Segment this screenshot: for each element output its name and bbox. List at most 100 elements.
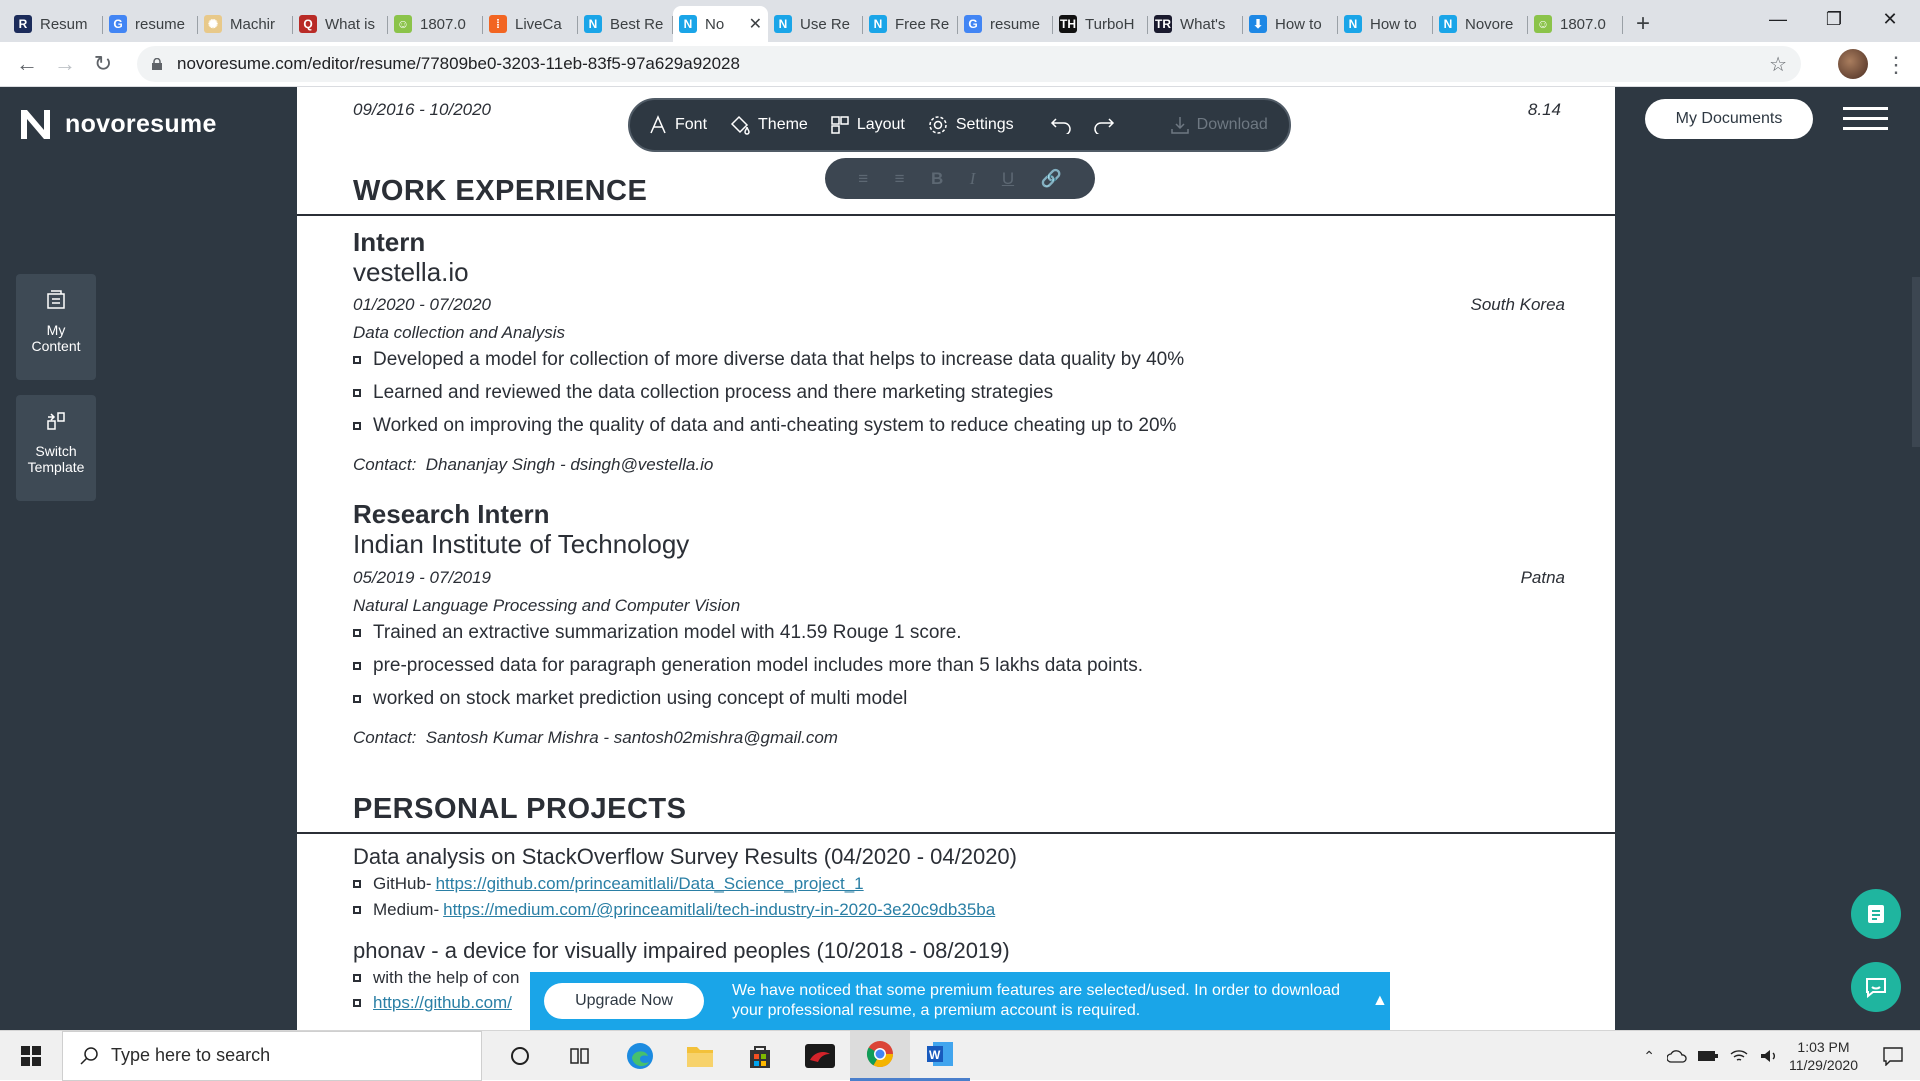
chrome-icon[interactable] <box>850 1030 910 1081</box>
browser-tab[interactable]: N Use Re <box>768 6 863 42</box>
italic-button[interactable]: I <box>970 169 976 189</box>
notifications-icon[interactable] <box>1882 1046 1904 1066</box>
project-title[interactable]: phonav - a device for visually impaired … <box>353 938 1010 964</box>
work-experience-heading[interactable]: WORK EXPERIENCE <box>353 175 647 208</box>
job-contact[interactable]: Contact: Dhananjay Singh - dsingh@vestel… <box>353 455 713 475</box>
browser-tab[interactable]: ⁞ LiveCa <box>483 6 578 42</box>
browser-tab[interactable]: ⬇ How to <box>1243 6 1338 42</box>
browser-tab[interactable]: N How to <box>1338 6 1433 42</box>
browser-tab-active[interactable]: N No ✕ <box>673 6 768 42</box>
upgrade-now-button[interactable]: Upgrade Now <box>544 983 704 1019</box>
hamburger-menu-icon[interactable] <box>1843 107 1888 137</box>
browser-tab[interactable]: TR What's <box>1148 6 1243 42</box>
scrollbar-thumb[interactable] <box>1912 277 1920 447</box>
store-icon[interactable] <box>730 1031 790 1081</box>
tray-overflow-icon[interactable]: ⌃ <box>1643 1048 1655 1065</box>
browser-tab[interactable]: N Free Re <box>863 6 958 42</box>
edge-browser-icon[interactable] <box>610 1031 670 1081</box>
battery-icon[interactable] <box>1697 1049 1719 1063</box>
project-link-item[interactable]: Medium-https://medium.com/@princeamitlal… <box>353 900 995 920</box>
maximize-icon[interactable]: ❐ <box>1806 0 1862 38</box>
file-explorer-icon[interactable] <box>670 1031 730 1081</box>
job-location[interactable]: South Korea <box>1470 295 1565 315</box>
switch-template-button[interactable]: Switch Template <box>16 395 96 501</box>
personal-projects-heading[interactable]: PERSONAL PROJECTS <box>353 793 686 826</box>
bold-button[interactable]: B <box>931 169 943 189</box>
cortana-icon[interactable] <box>490 1031 550 1081</box>
browser-tab[interactable]: TH TurboH <box>1053 6 1148 42</box>
project-github-link[interactable]: https://github.com/ <box>373 993 512 1013</box>
chat-icon[interactable] <box>1851 962 1901 1012</box>
forward-icon[interactable]: → <box>46 45 84 83</box>
undo-icon[interactable] <box>1050 116 1079 134</box>
volume-icon[interactable] <box>1759 1048 1779 1064</box>
job-bullet[interactable]: worked on stock market prediction using … <box>353 688 907 710</box>
settings-button[interactable]: Settings <box>927 114 1014 136</box>
layout-button[interactable]: Layout <box>830 115 905 135</box>
github-link[interactable]: https://github.com/princeamitlali/Data_S… <box>436 874 864 894</box>
tab-close-icon[interactable]: ✕ <box>749 14 762 34</box>
my-content-button[interactable]: My Content <box>16 274 96 380</box>
job-bullet[interactable]: Developed a model for collection of more… <box>353 349 1184 371</box>
profile-avatar[interactable] <box>1838 49 1868 79</box>
wifi-icon[interactable] <box>1729 1048 1749 1064</box>
browser-tab[interactable]: N Novore <box>1433 6 1528 42</box>
notes-icon[interactable] <box>1851 889 1901 939</box>
window-close-icon[interactable]: ✕ <box>1862 0 1918 38</box>
job-company[interactable]: vestella.io <box>353 257 469 288</box>
job-date[interactable]: 01/2020 - 07/2020 <box>353 295 491 315</box>
job-description[interactable]: Natural Language Processing and Computer… <box>353 596 740 616</box>
education-score[interactable]: 8.14 <box>1528 100 1561 120</box>
browser-tab[interactable]: ☺ 1807.0 <box>1528 6 1623 42</box>
novoresume-logo[interactable]: novoresume <box>18 107 217 142</box>
windows-start-icon[interactable] <box>0 1031 62 1081</box>
browser-tab[interactable]: ✺ Machir <box>198 6 293 42</box>
browser-tab[interactable]: Gresume <box>103 6 198 42</box>
project-line-item[interactable]: https://github.com/ <box>353 993 512 1013</box>
medium-link[interactable]: https://medium.com/@princeamitlali/tech-… <box>443 900 995 920</box>
browser-tab[interactable]: Gresume <box>958 6 1053 42</box>
browser-tab[interactable]: Q What is <box>293 6 388 42</box>
my-documents-button[interactable]: My Documents <box>1645 99 1813 139</box>
browser-tab[interactable]: ☺ 1807.0 <box>388 6 483 42</box>
job-company[interactable]: Indian Institute of Technology <box>353 529 689 560</box>
job-bullet[interactable]: Worked on improving the quality of data … <box>353 415 1176 437</box>
theme-button[interactable]: Theme <box>729 115 808 135</box>
back-icon[interactable]: ← <box>8 45 46 83</box>
bookmark-star-icon[interactable]: ☆ <box>1769 52 1787 77</box>
resume-canvas[interactable]: 09/2016 - 10/2020 8.14 WORK EXPERIENCE I… <box>297 87 1615 1030</box>
project-title[interactable]: Data analysis on StackOverflow Survey Re… <box>353 844 1017 870</box>
word-icon[interactable]: W <box>910 1031 970 1081</box>
task-view-icon[interactable] <box>550 1031 610 1081</box>
download-button[interactable]: Download <box>1170 115 1268 135</box>
project-link-item[interactable]: GitHub-https://github.com/princeamitlali… <box>353 874 864 894</box>
minimize-icon[interactable]: — <box>1750 0 1806 38</box>
reload-icon[interactable]: ↻ <box>84 45 122 83</box>
onedrive-icon[interactable] <box>1666 1048 1687 1064</box>
underline-button[interactable]: U <box>1002 169 1014 189</box>
new-tab-button[interactable]: + <box>1623 6 1663 42</box>
game-app-icon[interactable] <box>790 1031 850 1081</box>
job-bullet[interactable]: Trained an extractive summarization mode… <box>353 622 962 644</box>
project-line-item[interactable]: with the help of con <box>353 968 519 988</box>
collapse-arrow-icon[interactable]: ▲ <box>1372 992 1388 1010</box>
job-bullet[interactable]: pre-processed data for paragraph generat… <box>353 655 1143 677</box>
education-date[interactable]: 09/2016 - 10/2020 <box>353 100 491 120</box>
browser-tab[interactable]: R Resum <box>8 6 103 42</box>
job-title[interactable]: Intern <box>353 227 425 258</box>
url-field[interactable]: novoresume.com/editor/resume/77809be0-32… <box>137 46 1801 82</box>
align-justify-icon[interactable]: ≡ <box>895 169 905 189</box>
font-button[interactable]: Font <box>648 115 707 135</box>
job-date[interactable]: 05/2019 - 07/2019 <box>353 568 491 588</box>
job-contact[interactable]: Contact: Santosh Kumar Mishra - santosh0… <box>353 728 838 748</box>
job-location[interactable]: Patna <box>1521 568 1565 588</box>
redo-icon[interactable] <box>1093 116 1122 134</box>
browser-tab[interactable]: N Best Re <box>578 6 673 42</box>
browser-menu-icon[interactable]: ⋮ <box>1885 52 1907 78</box>
link-icon[interactable]: 🔗 <box>1041 169 1062 189</box>
taskbar-clock[interactable]: 1:03 PM 11/29/2020 <box>1789 1038 1858 1074</box>
job-description[interactable]: Data collection and Analysis <box>353 323 565 343</box>
job-bullet[interactable]: Learned and reviewed the data collection… <box>353 382 1053 404</box>
align-left-icon[interactable]: ≡ <box>858 169 868 189</box>
job-title[interactable]: Research Intern <box>353 499 550 530</box>
